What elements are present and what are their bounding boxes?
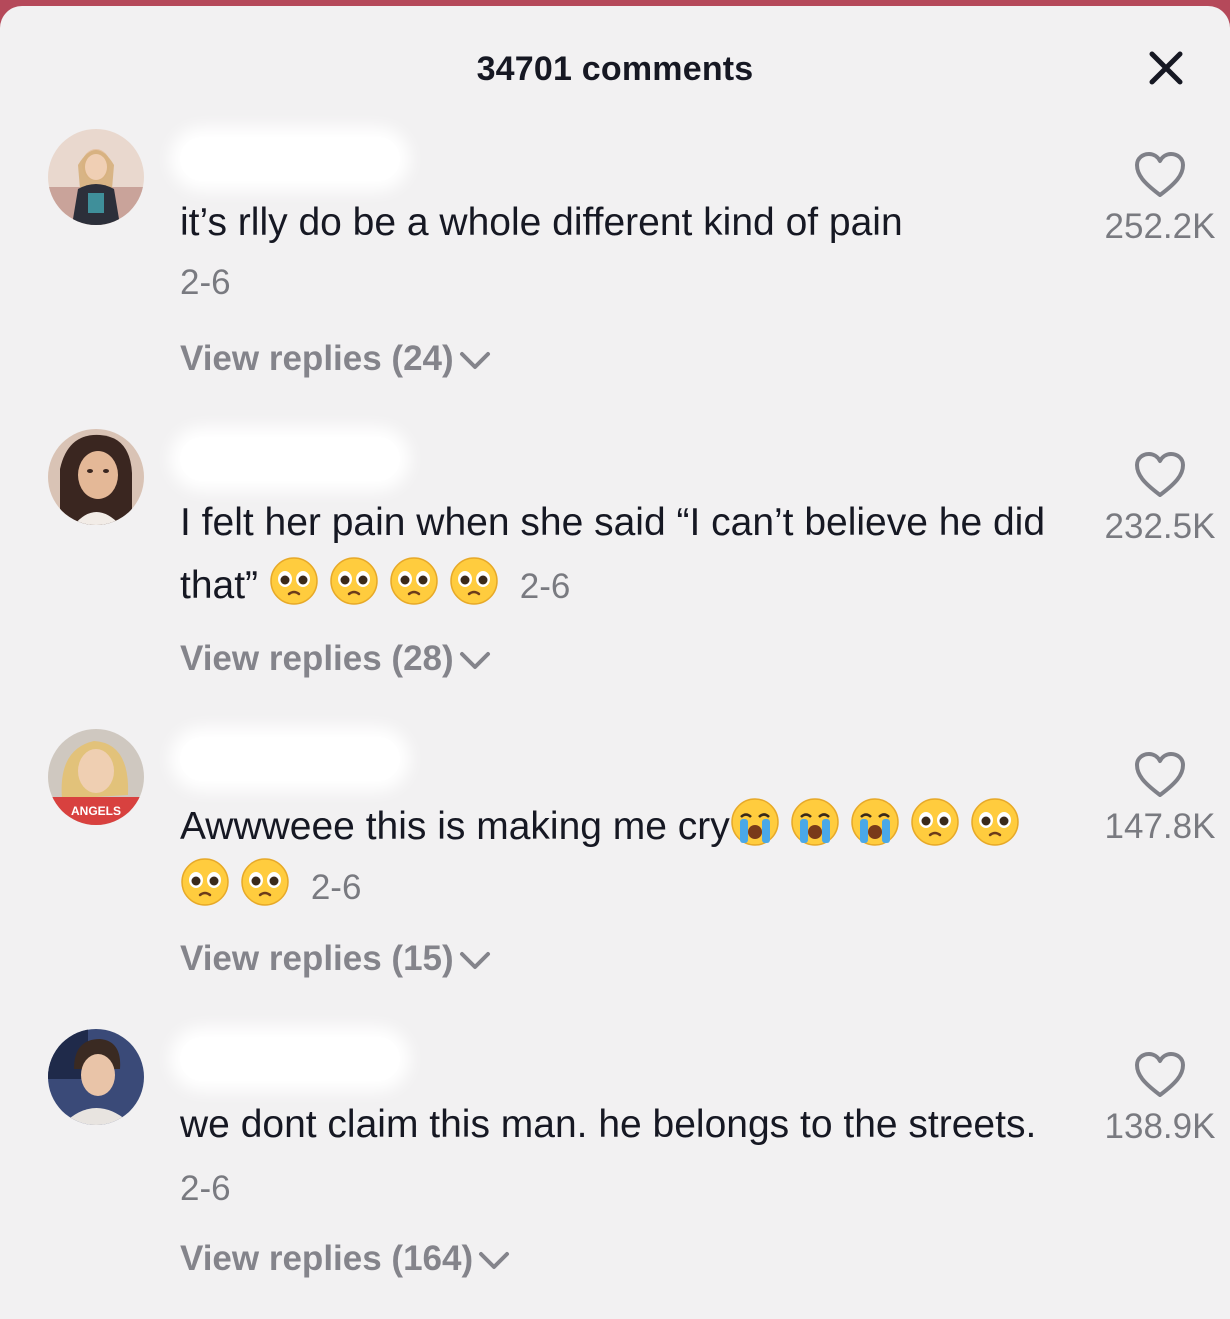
close-button[interactable] (1144, 46, 1188, 90)
pleading-face-icon (970, 797, 1020, 847)
comment-item: ANGELS Awwweee this is making me cry 2-6… (0, 729, 1230, 1019)
loudly-crying-face-icon (790, 797, 840, 847)
loudly-crying-face-icon (850, 797, 900, 847)
like-count: 232.5K (1104, 507, 1216, 546)
avatar[interactable] (48, 1029, 144, 1125)
comment-text: it’s rlly do be a whole different kind o… (180, 201, 903, 244)
pleading-face-icon (180, 857, 230, 907)
chevron-down-icon (459, 352, 490, 369)
pleading-face-icon (449, 556, 499, 606)
like-count: 147.8K (1104, 807, 1216, 846)
username-redacted[interactable] (180, 1037, 400, 1081)
heart-icon (1135, 1052, 1185, 1097)
view-replies-label: View replies (15) (180, 939, 454, 978)
comment-text-block: it’s rlly do be a whole different kind o… (180, 191, 1060, 312)
chevron-down-icon (479, 1252, 510, 1269)
view-replies-label: View replies (24) (180, 339, 454, 378)
pleading-face-icon (240, 857, 290, 907)
comments-sheet: 34701 comments it’s rlly do be a whole d… (0, 6, 1230, 1319)
avatar-image: ANGELS (48, 729, 144, 825)
like-button[interactable]: 232.5K (1090, 451, 1230, 547)
view-replies-label: View replies (28) (180, 639, 454, 678)
comment-date: 2-6 (310, 868, 362, 907)
like-button[interactable]: 147.8K (1090, 751, 1230, 847)
comment-text: we dont claim this man. he belongs to th… (180, 1103, 1037, 1146)
comment-item: it’s rlly do be a whole different kind o… (0, 129, 1230, 419)
avatar-image (48, 129, 144, 225)
view-replies-button[interactable]: View replies (28) (180, 639, 492, 679)
emoji-row (269, 557, 520, 607)
view-replies-button[interactable]: View replies (24) (180, 339, 492, 379)
comment-date: 2-6 (180, 1169, 231, 1208)
comment-text: Awwweee this is making me cry (180, 805, 730, 848)
view-replies-label: View replies (164) (180, 1239, 474, 1278)
like-button[interactable]: 252.2K (1090, 151, 1230, 247)
heart-icon (1135, 152, 1185, 197)
comment-text-block: I felt her pain when she said “I can’t b… (180, 491, 1060, 618)
comment-text-block: we dont claim this man. he belongs to th… (180, 1093, 1060, 1220)
heart-icon (1135, 452, 1185, 497)
avatar[interactable] (48, 429, 144, 525)
pleading-face-icon (910, 797, 960, 847)
pleading-face-icon (269, 556, 319, 606)
avatar-image (48, 429, 144, 525)
comment-date: 2-6 (519, 567, 571, 606)
like-button[interactable]: 138.9K (1090, 1051, 1230, 1147)
avatar-image (48, 1029, 144, 1125)
heart-icon (1135, 752, 1185, 797)
comment-date: 2-6 (180, 263, 231, 302)
avatar[interactable] (48, 129, 144, 225)
chevron-down-icon (459, 652, 490, 669)
username-redacted[interactable] (180, 437, 400, 481)
chevron-down-icon (459, 952, 490, 969)
pleading-face-icon (389, 556, 439, 606)
close-icon (1149, 51, 1183, 85)
like-count: 138.9K (1104, 1107, 1216, 1146)
avatar-shirt-text: ANGELS (71, 804, 121, 818)
comment-text-block: Awwweee this is making me cry 2-6 (180, 797, 1060, 918)
view-replies-button[interactable]: View replies (164) (180, 1239, 511, 1279)
avatar[interactable]: ANGELS (48, 729, 144, 825)
like-count: 252.2K (1104, 207, 1216, 246)
pleading-face-icon (329, 556, 379, 606)
username-redacted[interactable] (180, 737, 400, 781)
comment-item: we dont claim this man. he belongs to th… (0, 1029, 1230, 1319)
view-replies-button[interactable]: View replies (15) (180, 939, 492, 979)
comments-count-title: 34701 comments (476, 50, 754, 88)
comment-item: I felt her pain when she said “I can’t b… (0, 429, 1230, 719)
username-redacted[interactable] (180, 137, 400, 181)
loudly-crying-face-icon (730, 797, 780, 847)
